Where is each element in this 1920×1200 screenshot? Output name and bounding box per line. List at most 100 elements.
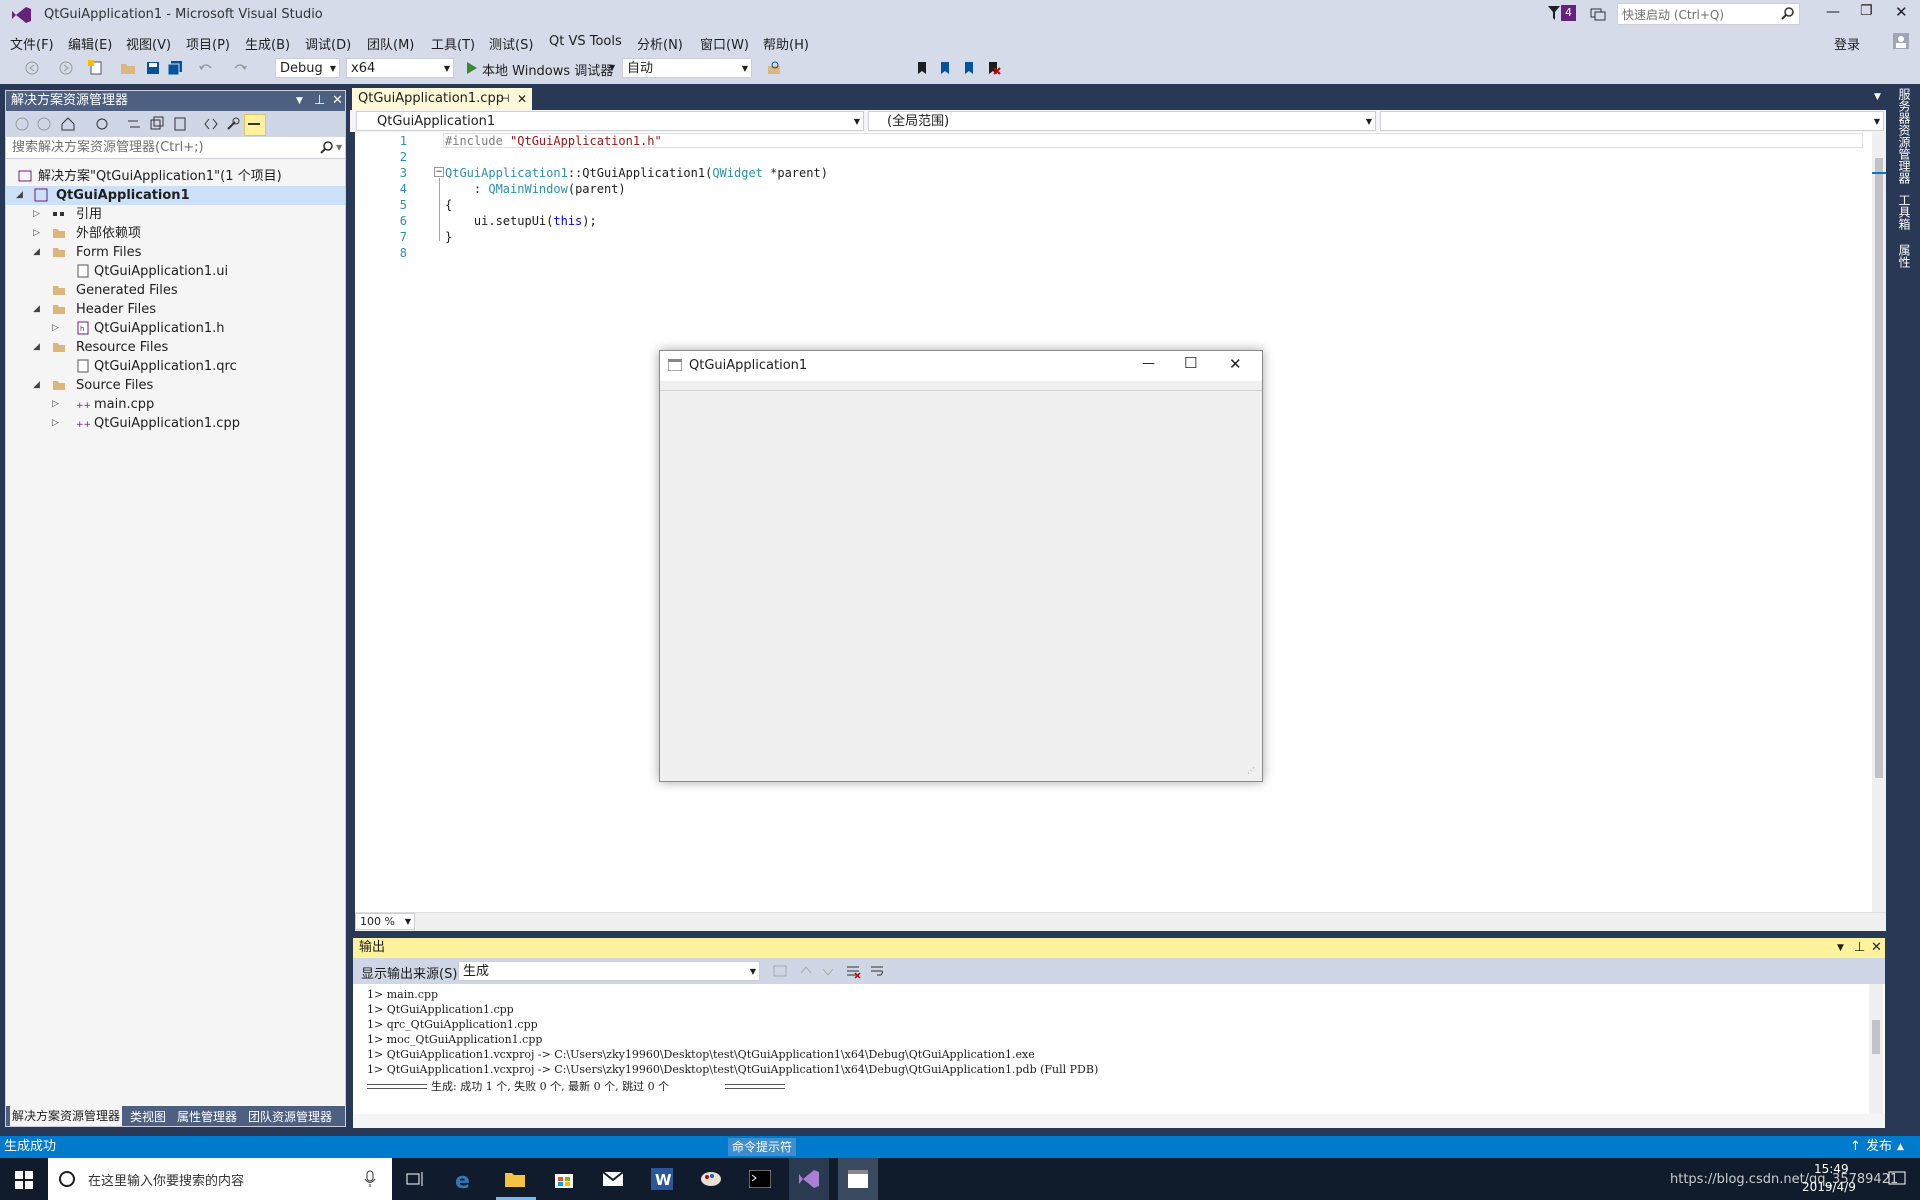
pin-icon[interactable]: ⊥ [314, 91, 325, 111]
tab-property-manager[interactable]: 属性管理器 [177, 1108, 237, 1125]
qt-close-button[interactable]: ✕ [1229, 355, 1242, 373]
config-select[interactable]: Debug ▼ [275, 58, 340, 78]
microphone-icon[interactable] [364, 1170, 376, 1188]
start-debug-icon[interactable] [464, 60, 480, 76]
redo-icon[interactable] [232, 60, 248, 76]
undo-icon[interactable] [198, 60, 214, 76]
collapse-region-icon[interactable]: − [434, 167, 444, 177]
save-all-icon[interactable] [167, 60, 183, 76]
tree-solution[interactable]: 解决方案"QtGuiApplication1"(1 个项目) [6, 167, 345, 186]
publish-button[interactable]: 发布 [1866, 1136, 1892, 1158]
project-nav-select[interactable]: QtGuiApplication1 ▼ [356, 111, 864, 131]
menu-window[interactable]: 窗口(W) [700, 34, 749, 53]
filter-icon[interactable] [1548, 6, 1560, 20]
menu-help[interactable]: 帮助(H) [763, 34, 809, 53]
menu-build[interactable]: 生成(B) [245, 34, 290, 53]
search-icon[interactable] [320, 141, 334, 155]
paint-icon[interactable] [700, 1169, 722, 1189]
word-icon[interactable]: W [651, 1168, 673, 1190]
panel-menu-icon[interactable]: ▼ [1837, 938, 1844, 958]
debugger-dropdown-icon[interactable]: ▼ [609, 63, 615, 72]
tree-header-files[interactable]: ◢ Header Files [6, 300, 345, 319]
word-wrap-icon[interactable] [869, 963, 885, 979]
save-icon[interactable] [145, 60, 161, 76]
tab-solution-explorer[interactable]: 解决方案资源管理器 [10, 1106, 123, 1126]
home-icon[interactable] [60, 116, 76, 132]
tree-source-files[interactable]: ◢ Source Files [6, 376, 345, 395]
menu-edit[interactable]: 编辑(E) [68, 34, 112, 53]
scrollbar-thumb[interactable] [1875, 158, 1883, 778]
close-button[interactable]: ✕ [1895, 3, 1908, 21]
prev-message-icon[interactable] [798, 963, 814, 979]
tab-overflow-icon[interactable]: ▼ [1874, 92, 1881, 102]
qt-app-taskbar-button[interactable] [838, 1158, 878, 1200]
menu-debug[interactable]: 调试(D) [305, 34, 351, 53]
sync-icon[interactable] [126, 116, 142, 132]
panel-close-icon[interactable]: ✕ [332, 91, 343, 111]
forward-icon[interactable] [36, 116, 52, 132]
tree-file-h[interactable]: ▷ h QtGuiApplication1.h [6, 319, 345, 338]
member-nav-select[interactable]: ▼ [1380, 111, 1884, 131]
output-text[interactable]: 1> main.cpp 1> QtGuiApplication1.cpp 1> … [353, 984, 1885, 1114]
windows-start-icon[interactable] [15, 1171, 33, 1189]
notification-badge[interactable]: 4 [1561, 5, 1576, 21]
server-explorer-tab[interactable]: 服务器资源管理器 [1896, 88, 1913, 184]
scope-nav-select[interactable]: (全局范围) ▼ [868, 111, 1376, 131]
collapsed-arrow-icon[interactable]: ▷ [52, 414, 59, 433]
menu-team[interactable]: 团队(M) [367, 34, 414, 53]
notification-center-icon[interactable] [1888, 1171, 1906, 1187]
tab-qtguiapplication1-cpp[interactable]: QtGuiApplication1.cpp ⊣ ✕ [352, 88, 532, 110]
output-source-select[interactable]: 生成 ▼ [458, 961, 760, 981]
tree-file-ui[interactable]: QtGuiApplication1.ui [6, 262, 345, 281]
menu-analyze[interactable]: 分析(N) [637, 34, 683, 53]
collapsed-arrow-icon[interactable]: ▷ [33, 205, 40, 224]
expanded-arrow-icon[interactable]: ◢ [33, 243, 40, 262]
pin-icon[interactable]: ⊥ [1854, 938, 1865, 958]
find-in-files-icon[interactable] [766, 60, 782, 76]
menu-tools[interactable]: 工具(T) [431, 34, 475, 53]
expanded-arrow-icon[interactable]: ◢ [33, 300, 40, 319]
expanded-arrow-icon[interactable]: ◢ [16, 186, 23, 205]
clear-all-icon[interactable] [845, 963, 861, 979]
platform-select[interactable]: x64 ▼ [346, 58, 454, 78]
task-view-icon[interactable] [406, 1171, 424, 1187]
show-all-files-icon[interactable] [172, 116, 188, 132]
feedback-icon[interactable] [1590, 6, 1606, 22]
forward-icon[interactable] [58, 60, 74, 76]
preview-toggle-icon[interactable] [244, 114, 266, 136]
collapsed-arrow-icon[interactable]: ▷ [33, 224, 40, 243]
quick-launch-input[interactable]: 快速启动 (Ctrl+Q) [1617, 3, 1800, 25]
back-icon[interactable] [14, 116, 30, 132]
solution-search-input[interactable]: 搜索解决方案资源管理器(Ctrl+;) ▼ [6, 137, 345, 159]
pin-tab-icon[interactable]: ⊣ [500, 88, 510, 110]
menu-file[interactable]: 文件(F) [10, 34, 54, 53]
prev-bookmark-icon[interactable] [937, 60, 953, 76]
tree-resource-files[interactable]: ◢ Resource Files [6, 338, 345, 357]
properties-icon[interactable] [225, 116, 241, 132]
goto-message-icon[interactable] [772, 963, 788, 979]
account-icon[interactable] [1893, 33, 1909, 49]
qt-maximize-button[interactable]: ☐ [1184, 354, 1197, 372]
restore-button[interactable]: ❐ [1860, 3, 1873, 19]
scrollbar-thumb[interactable] [1872, 1020, 1880, 1054]
file-explorer-icon[interactable] [504, 1169, 526, 1189]
next-bookmark-icon[interactable] [961, 60, 977, 76]
menu-qt-vs-tools[interactable]: Qt VS Tools [549, 34, 622, 49]
collapsed-arrow-icon[interactable]: ▷ [52, 395, 59, 414]
tree-external-deps[interactable]: ▷ 外部依赖项 [6, 224, 345, 243]
tree-file-main-cpp[interactable]: ▷ ++ main.cpp [6, 395, 345, 414]
new-project-icon[interactable] [88, 60, 104, 76]
tree-references[interactable]: ▷ 引用 [6, 205, 345, 224]
clear-bookmarks-icon[interactable] [985, 60, 1001, 76]
qt-minimize-button[interactable]: — [1142, 356, 1155, 371]
mail-icon[interactable] [602, 1171, 624, 1187]
visual-studio-taskbar-button[interactable] [789, 1158, 829, 1200]
minimize-button[interactable]: — [1826, 4, 1840, 20]
login-link[interactable]: 登录 [1834, 34, 1860, 53]
next-message-icon[interactable] [820, 963, 836, 979]
close-tab-icon[interactable]: ✕ [517, 88, 527, 110]
tree-project[interactable]: ◢ QtGuiApplication1 [6, 186, 345, 205]
store-icon[interactable] [553, 1169, 575, 1189]
expanded-arrow-icon[interactable]: ◢ [33, 338, 40, 357]
zoom-select[interactable]: 100 % ▼ [355, 913, 415, 930]
